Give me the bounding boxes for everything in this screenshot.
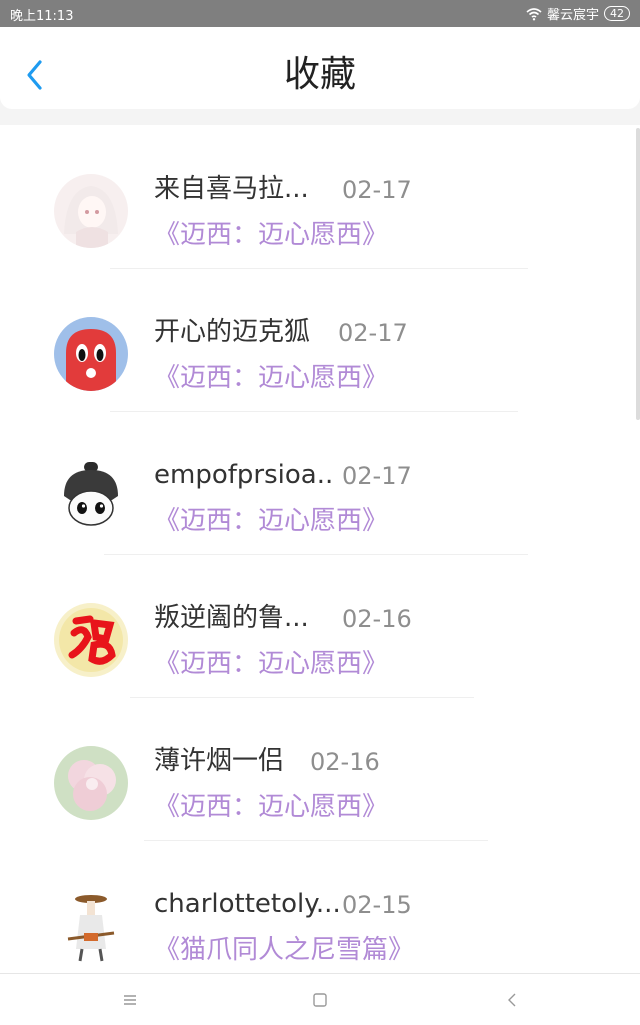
favorite-item[interactable]: charlottetoly... 02-15 《猫爪同人之尼雪篇》 xyxy=(0,840,640,973)
user-avatar[interactable] xyxy=(54,317,128,391)
chibi-character-avatar-icon xyxy=(54,460,128,534)
story-title-link[interactable]: 《迈西：迈心愿西》 xyxy=(154,505,388,537)
user-name: 来自喜马拉... xyxy=(154,174,309,204)
story-title-link[interactable]: 《迈西：迈心愿西》 xyxy=(154,362,388,394)
status-bar: 晚上11:13 馨云宸宇 42 xyxy=(0,0,640,27)
home-square-icon xyxy=(313,993,327,1007)
system-nav-bar xyxy=(0,973,640,1025)
wifi-icon xyxy=(526,7,542,20)
home-button[interactable] xyxy=(310,990,330,1010)
user-avatar[interactable] xyxy=(54,174,128,248)
user-name: 薄许烟一侣 xyxy=(154,746,285,776)
back-nav-button[interactable] xyxy=(502,990,522,1010)
menu-button[interactable] xyxy=(120,990,140,1010)
anime-girl-avatar-icon xyxy=(54,174,128,248)
story-title-link[interactable]: 《迈西：迈心愿西》 xyxy=(154,791,388,823)
favorite-item[interactable]: 来自喜马拉... 02-17 《迈西：迈心愿西》 xyxy=(0,125,640,269)
date-label: 02-17 xyxy=(338,319,408,347)
fu-character-avatar-icon xyxy=(54,603,128,677)
date-label: 02-16 xyxy=(310,748,380,776)
list-scrollbar[interactable] xyxy=(636,128,640,420)
user-name: 叛逆阖的鲁... xyxy=(154,603,309,633)
battery-indicator: 42 xyxy=(604,6,630,21)
favorite-item[interactable]: 开心的迈克狐 02-17 《迈西：迈心愿西》 xyxy=(0,268,640,412)
red-cartoon-avatar-icon xyxy=(54,317,128,391)
status-indicators: 馨云宸宇 42 xyxy=(526,4,630,23)
story-title-link[interactable]: 《迈西：迈心愿西》 xyxy=(154,219,388,251)
story-title-link[interactable]: 《猫爪同人之尼雪篇》 xyxy=(154,934,414,966)
date-label: 02-16 xyxy=(342,605,412,633)
status-time: 晚上11:13 xyxy=(10,9,74,24)
app-header: 收藏 xyxy=(0,27,640,109)
date-label: 02-15 xyxy=(342,891,412,919)
back-chevron-icon xyxy=(508,993,516,1007)
story-title-link[interactable]: 《迈西：迈心愿西》 xyxy=(154,648,388,680)
user-name: charlottetoly... xyxy=(154,889,341,919)
favorite-item[interactable]: 薄许烟一侣 02-16 《迈西：迈心愿西》 xyxy=(0,697,640,841)
favorite-item[interactable]: 叛逆阖的鲁... 02-16 《迈西：迈心愿西》 xyxy=(0,554,640,698)
flower-avatar-icon xyxy=(54,746,128,820)
favorites-list[interactable]: 来自喜马拉... 02-17 《迈西：迈心愿西》 开心的迈克狐 02-17 《迈… xyxy=(0,125,640,973)
user-avatar[interactable] xyxy=(54,746,128,820)
user-avatar[interactable] xyxy=(54,603,128,677)
user-avatar[interactable] xyxy=(54,889,128,963)
favorite-item[interactable]: empofprsioa.. 02-17 《迈西：迈心愿西》 xyxy=(0,411,640,555)
user-name: empofprsioa.. xyxy=(154,460,334,490)
menu-icon xyxy=(124,995,136,1005)
date-label: 02-17 xyxy=(342,462,412,490)
page-title: 收藏 xyxy=(283,54,356,95)
ancient-figure-avatar-icon xyxy=(54,889,128,963)
user-avatar[interactable] xyxy=(54,460,128,534)
user-name: 开心的迈克狐 xyxy=(154,317,311,347)
date-label: 02-17 xyxy=(342,176,412,204)
carrier-name: 馨云宸宇 xyxy=(546,8,599,23)
